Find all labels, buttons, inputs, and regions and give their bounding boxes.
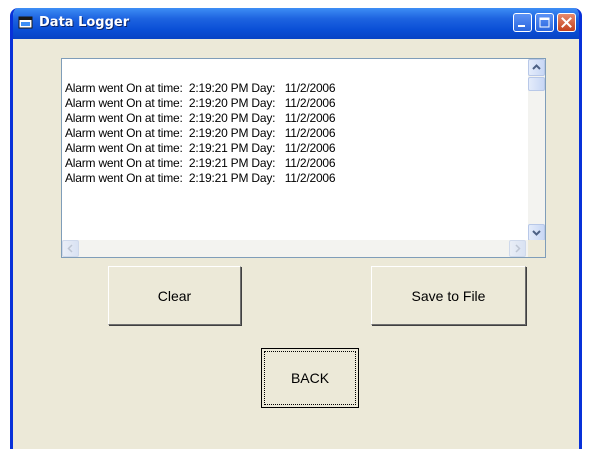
minimize-icon <box>518 25 525 27</box>
scrollbar-corner <box>528 240 545 257</box>
scroll-left-button[interactable] <box>62 240 79 257</box>
list-item[interactable]: Alarm went On at time: 2:19:20 PM Day: 1… <box>65 96 336 111</box>
scroll-up-button[interactable] <box>528 59 545 76</box>
back-button-focus-outline: BACK <box>264 351 356 405</box>
scroll-right-button[interactable] <box>509 240 526 257</box>
title-bar[interactable]: Data Logger <box>13 8 579 39</box>
list-item[interactable]: Alarm went On at time: 2:19:21 PM Day: 1… <box>65 156 336 171</box>
scroll-down-button[interactable] <box>528 224 545 241</box>
list-item[interactable]: Alarm went On at time: 2:19:20 PM Day: 1… <box>65 126 336 141</box>
list-item[interactable]: Alarm went On at time: 2:19:20 PM Day: 1… <box>65 111 336 126</box>
back-button[interactable]: BACK <box>261 348 359 408</box>
window-title: Data Logger <box>39 15 130 30</box>
log-listbox[interactable]: Alarm went On at time: 2:19:20 PM Day: 1… <box>61 58 546 258</box>
horizontal-scrollbar[interactable] <box>62 240 528 257</box>
maximize-icon <box>539 17 550 28</box>
list-item[interactable]: Alarm went On at time: 2:19:21 PM Day: 1… <box>65 171 336 186</box>
vertical-scrollbar[interactable] <box>528 59 545 241</box>
list-item[interactable]: Alarm went On at time: 2:19:21 PM Day: 1… <box>65 141 336 156</box>
close-button[interactable] <box>557 13 576 32</box>
log-list: Alarm went On at time: 2:19:20 PM Day: 1… <box>65 81 336 186</box>
scroll-thumb[interactable] <box>528 77 545 91</box>
chevron-right-icon <box>515 244 521 253</box>
clear-button[interactable]: Clear <box>108 266 241 325</box>
window-icon <box>18 15 33 30</box>
chevron-down-icon <box>532 230 541 236</box>
maximize-button[interactable] <box>535 13 554 32</box>
save-to-file-button[interactable]: Save to File <box>371 266 526 325</box>
close-icon <box>561 17 572 28</box>
minimize-button[interactable] <box>513 13 532 32</box>
list-item[interactable]: Alarm went On at time: 2:19:20 PM Day: 1… <box>65 81 336 96</box>
chevron-up-icon <box>532 64 541 70</box>
chevron-left-icon <box>67 244 73 253</box>
data-logger-window: Data Logger Alarm went On at time: 2:19:… <box>10 8 582 449</box>
back-button-label: BACK <box>290 370 330 386</box>
